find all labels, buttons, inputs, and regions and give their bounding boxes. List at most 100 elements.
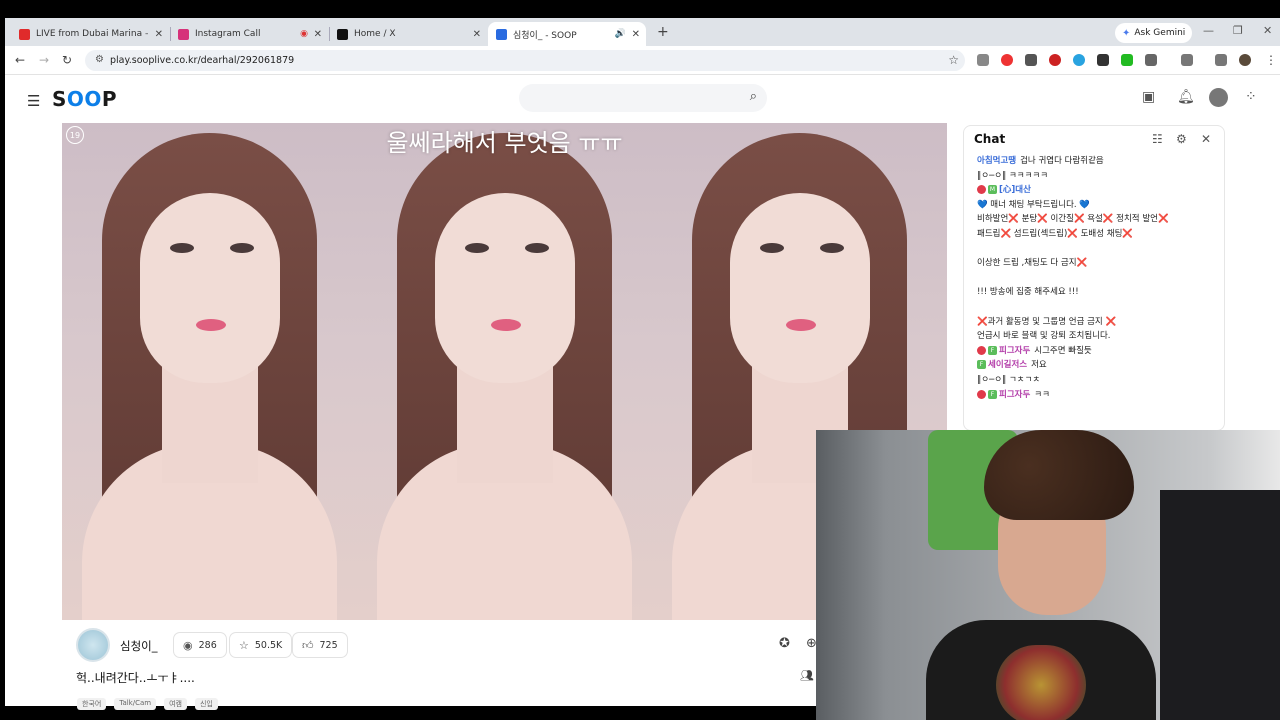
restore-button[interactable]: ❐: [1233, 24, 1243, 37]
streamer-avatar[interactable]: [76, 628, 110, 662]
extension-icon[interactable]: [1097, 54, 1109, 66]
tab-x-home[interactable]: Home / X ✕: [329, 22, 487, 46]
chat-message: ❌과거 활동명 및 그룹명 언급 금지 ❌: [977, 315, 1222, 330]
tab-label: Home / X: [354, 29, 396, 39]
chat-message: ‖ㅇ─ㅇ‖ ㄱㅊㄱㅊ: [977, 373, 1222, 388]
close-icon[interactable]: ✕: [155, 29, 163, 40]
close-icon[interactable]: ✕: [473, 29, 481, 40]
tab-instagram-call[interactable]: Instagram Call ◉ ✕: [170, 22, 328, 46]
chat-text: 비하발언❌ 분탕❌ 이간질❌ 욕설❌ 정치적 발언❌: [977, 214, 1169, 225]
browser-tabstrip: LIVE from Dubai Marina – Tensi ✕ Instagr…: [5, 18, 1280, 46]
tab-youtube-live[interactable]: LIVE from Dubai Marina – Tensi ✕: [11, 22, 169, 46]
x-icon: [337, 28, 348, 40]
chat-text: 💙 매너 채팅 부탁드립니다. 💙: [977, 199, 1090, 210]
chat-messages: 아침먹고땡 겁나 귀엽다 다람쥐같음 ‖ㅇ─ㅇ‖ ㅋㅋㅋㅋㅋ M [心]대산 💙 매…: [977, 154, 1222, 402]
favorite-count: 50.5K: [254, 639, 283, 651]
menu-kebab-icon[interactable]: ⋮: [1265, 53, 1277, 67]
tag-type[interactable]: 여캠: [164, 698, 187, 710]
chat-text: 언급시 바로 블랙 및 강퇴 조치됩니다.: [977, 331, 1111, 342]
bookmark-star-icon[interactable]: ☆: [948, 53, 959, 67]
chat-spacer: [977, 242, 1222, 257]
instagram-icon: [178, 28, 189, 40]
close-icon[interactable]: ✕: [314, 29, 322, 40]
omnibox[interactable]: ⚙ play.sooplive.co.kr/dearhal/292061879 …: [85, 50, 965, 71]
soop-logo[interactable]: SOOP: [52, 87, 117, 111]
chat-nick[interactable]: 피그자두: [999, 346, 1030, 356]
search-icon[interactable]: ⌕: [750, 89, 757, 104]
chat-message: 패드립❌ 섬드립(섹드립)❌ 도배성 채팅❌: [977, 227, 1222, 242]
streamer-name[interactable]: 심청이_: [120, 638, 158, 654]
extension-icon[interactable]: [977, 54, 989, 66]
tab-soop[interactable]: 심청이_ - SOOP 🔊 ✕: [488, 22, 646, 46]
age-rating-badge: 19: [66, 126, 84, 144]
chat-message: ‖ㅇ─ㅇ‖ ㅋㅋㅋㅋㅋ: [977, 169, 1222, 184]
like-count: 725: [319, 639, 338, 651]
forward-button[interactable]: →: [39, 53, 49, 67]
chat-message: F 피그자두 시그주면 빠질듯: [977, 344, 1222, 359]
lips: [786, 319, 816, 331]
search-input[interactable]: ⌕: [519, 84, 767, 112]
lips: [491, 319, 521, 331]
extension-icon[interactable]: [1073, 54, 1085, 66]
ask-gemini-button[interactable]: ✦ Ask Gemini: [1115, 23, 1193, 43]
window-close-button[interactable]: ✕: [1263, 24, 1272, 37]
chat-message: M [心]대산: [977, 183, 1222, 198]
chat-nick[interactable]: 세이길저스: [988, 360, 1027, 370]
gear-icon[interactable]: ⚙: [1176, 132, 1187, 146]
address-bar-row: ← → ↻ ⚙ play.sooplive.co.kr/dearhal/2920…: [5, 46, 1280, 75]
close-icon[interactable]: ✕: [1201, 132, 1211, 146]
new-tab-button[interactable]: +: [657, 24, 669, 40]
chat-spacer: [977, 300, 1222, 315]
fan-badge-icon: [977, 389, 986, 399]
tag-language[interactable]: 한국어: [77, 698, 107, 710]
like-button[interactable]: 👍︎ 725: [292, 632, 348, 658]
people-icon[interactable]: 👥︎: [800, 669, 814, 682]
media-icon[interactable]: [1215, 54, 1227, 66]
chat-message: 이상한 드립 ,채팅도 다 금지❌: [977, 256, 1222, 271]
webcam-overlay: [816, 430, 1280, 720]
tab-label: Instagram Call: [195, 29, 261, 39]
chat-spacer: [977, 271, 1222, 286]
chat-nick[interactable]: [心]대산: [999, 185, 1031, 195]
chat-nick[interactable]: 피그자두: [999, 390, 1030, 400]
favorite-button[interactable]: ☆ 50.5K: [229, 632, 293, 658]
chat-nick[interactable]: 아침먹고땡: [977, 156, 1016, 166]
url-text[interactable]: play.sooplive.co.kr/dearhal/292061879: [110, 55, 294, 66]
chat-text: ㅋㅋ: [1034, 389, 1050, 400]
extension-icon[interactable]: [1025, 54, 1037, 66]
stream-title: 헉..내려간다..ㅗㅜㅑ....: [76, 671, 195, 685]
broadcast-icon[interactable]: ▣: [1142, 89, 1155, 105]
site-info-icon[interactable]: ⚙: [95, 54, 104, 65]
extension-icon[interactable]: [1121, 54, 1133, 66]
cast-icon[interactable]: [1181, 54, 1193, 66]
print: [996, 645, 1086, 720]
reload-button[interactable]: ↻: [62, 53, 72, 67]
back-button[interactable]: ←: [15, 53, 25, 67]
profile-avatar-icon[interactable]: [1239, 54, 1251, 66]
hamburger-menu-icon[interactable]: ☰: [27, 92, 40, 110]
video-panel: [62, 123, 357, 620]
fan-club-badge-icon: F: [988, 345, 997, 355]
video-player[interactable]: 울쎄라해서 부엇음 ㅠㅠ 19: [62, 123, 947, 620]
extensions-puzzle-icon[interactable]: [1145, 54, 1157, 66]
extension-icon[interactable]: [1049, 54, 1061, 66]
participants-icon[interactable]: ☷: [1152, 132, 1163, 146]
badge-icon[interactable]: ✪: [779, 636, 790, 651]
eye: [230, 243, 254, 253]
bell-icon[interactable]: 🔔︎: [1177, 89, 1195, 105]
tag-new[interactable]: 신입: [194, 698, 218, 710]
user-avatar[interactable]: [1209, 88, 1228, 107]
close-icon[interactable]: ✕: [632, 29, 640, 40]
screen: LIVE from Dubai Marina – Tensi ✕ Instagr…: [0, 0, 1280, 720]
speaker-icon[interactable]: 🔊: [615, 29, 626, 39]
chat-text: ‖ㅇ─ㅇ‖ ㄱㅊㄱㅊ: [977, 374, 1041, 385]
chat-message: F 피그자두 ㅋㅋ: [977, 388, 1222, 403]
minimize-button[interactable]: —: [1203, 24, 1214, 37]
extension-icon[interactable]: [1001, 54, 1013, 66]
chat-text: ❌과거 활동명 및 그룹명 언급 금지 ❌: [977, 316, 1117, 327]
apps-grid-icon[interactable]: ⁘: [1245, 89, 1257, 105]
tag-category[interactable]: Talk/Cam: [114, 698, 157, 710]
manager-badge-icon: M: [988, 185, 997, 195]
star-icon: ☆: [239, 638, 249, 652]
chat-title: Chat: [974, 132, 1006, 146]
